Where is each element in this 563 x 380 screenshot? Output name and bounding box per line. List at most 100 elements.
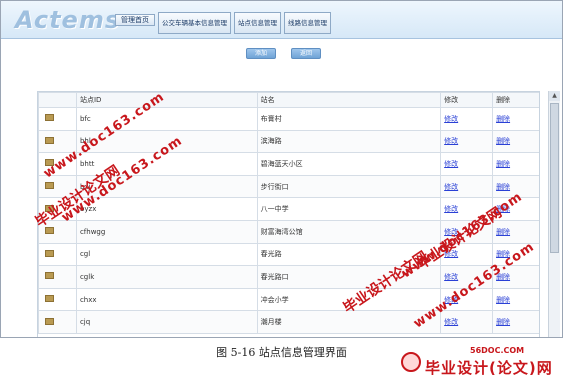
station-id-cell: bfc <box>75 107 258 131</box>
folder-icon <box>45 317 54 325</box>
edit-link[interactable]: 修改 <box>444 228 458 236</box>
scroll-up-icon[interactable]: ▲ <box>549 91 560 101</box>
edit-cell: 修改 <box>440 152 494 176</box>
header-edit: 修改 <box>440 92 494 108</box>
delete-cell: 删除 <box>492 242 539 267</box>
table-row: byzx 八一中学 修改 删除 <box>38 197 539 221</box>
station-name-cell: 春光路 <box>256 242 442 267</box>
top-header: Actems 管理首页 公交车辆基本信息管理 站点信息管理 线路信息管理 <box>1 1 562 39</box>
table-row: cfhwgg 财富海湾公馆 修改 删除 <box>38 219 539 244</box>
delete-link[interactable]: 删除 <box>496 183 510 191</box>
row-icon-cell <box>38 219 77 244</box>
table-row: chxx 冲会小学 修改 删除 <box>38 287 539 312</box>
folder-icon <box>45 249 54 257</box>
folder-icon <box>45 295 54 303</box>
row-icon-cell <box>38 287 77 312</box>
row-icon-cell <box>38 242 77 267</box>
add-button[interactable]: 添加 <box>246 48 276 59</box>
delete-cell: 删除 <box>492 310 539 334</box>
station-id-cell: bhtt <box>75 152 258 176</box>
delete-cell: 删除 <box>492 107 539 131</box>
station-name-cell: 潮月楼 <box>256 310 442 334</box>
table-row: cgl 春光路 修改 删除 <box>38 242 539 267</box>
row-icon-cell <box>38 310 77 334</box>
corner-logo-icon <box>401 352 421 372</box>
delete-link[interactable]: 删除 <box>496 296 510 304</box>
edit-link[interactable]: 修改 <box>444 160 458 168</box>
station-id-cell: bhl <box>75 129 258 154</box>
screenshot-frame: Actems 管理首页 公交车辆基本信息管理 站点信息管理 线路信息管理 添加 … <box>0 0 563 338</box>
main-nav: 管理首页 公交车辆基本信息管理 站点信息管理 线路信息管理 <box>115 12 331 34</box>
header-station-id: 站点ID <box>75 92 258 108</box>
row-icon-cell <box>38 174 77 199</box>
station-id-cell: cglk <box>75 265 258 289</box>
delete-link[interactable]: 删除 <box>496 273 510 281</box>
edit-cell: 修改 <box>440 310 494 334</box>
edit-cell: 修改 <box>440 219 494 244</box>
row-icon-cell <box>38 107 77 131</box>
delete-link[interactable]: 删除 <box>496 318 510 326</box>
edit-link[interactable]: 修改 <box>444 296 458 304</box>
table-row: bhtt 碧海蓝天小区 修改 删除 <box>38 152 539 176</box>
delete-cell: 删除 <box>492 287 539 312</box>
tab-station-info[interactable]: 站点信息管理 <box>234 12 281 34</box>
delete-link[interactable]: 删除 <box>496 205 510 213</box>
station-name-cell: 冲会小学 <box>256 287 442 312</box>
edit-cell: 修改 <box>440 197 494 221</box>
table-row: bxj 步行街口 修改 删除 <box>38 174 539 199</box>
tab-route-info[interactable]: 线路信息管理 <box>284 12 331 34</box>
delete-link[interactable]: 删除 <box>496 137 510 145</box>
corner-site: 56DOC.COM <box>470 346 525 355</box>
edit-link[interactable]: 修改 <box>444 250 458 258</box>
delete-cell: 删除 <box>492 152 539 176</box>
delete-link[interactable]: 删除 <box>496 115 510 123</box>
tab-bus-info[interactable]: 公交车辆基本信息管理 <box>158 12 231 34</box>
station-id-cell: cjq <box>75 310 258 334</box>
delete-cell: 删除 <box>492 197 539 221</box>
table-row: bhl 滨海路 修改 删除 <box>38 129 539 154</box>
edit-cell: 修改 <box>440 265 494 289</box>
folder-icon <box>45 159 54 167</box>
header-station-name: 站名 <box>256 92 442 108</box>
corner-brand: 毕业设计(论文)网 <box>425 359 553 377</box>
edit-cell: 修改 <box>440 287 494 312</box>
delete-cell: 删除 <box>492 265 539 289</box>
station-id-cell: cgl <box>75 242 258 267</box>
station-table: 站点ID 站名 修改 删除 bfc 布膏村 修改 删除 bhl 滨海路 修改 删除 bhtt 碧海… <box>38 92 539 334</box>
table-header-row: 站点ID 站名 修改 删除 <box>38 92 539 108</box>
delete-link[interactable]: 删除 <box>496 160 510 168</box>
edit-link[interactable]: 修改 <box>444 205 458 213</box>
station-id-cell: cfhwgg <box>75 219 258 244</box>
back-button[interactable]: 返回 <box>291 48 321 59</box>
row-icon-cell <box>38 265 77 289</box>
edit-link[interactable]: 修改 <box>444 115 458 123</box>
tab-home[interactable]: 管理首页 <box>115 14 155 26</box>
station-id-cell: bxj <box>75 174 258 199</box>
station-name-cell: 碧海蓝天小区 <box>256 152 442 176</box>
edit-cell: 修改 <box>440 107 494 131</box>
delete-cell: 删除 <box>492 129 539 154</box>
vertical-scrollbar[interactable]: ▲ <box>548 91 560 337</box>
folder-icon <box>45 114 54 122</box>
delete-cell: 删除 <box>492 174 539 199</box>
station-id-cell: byzx <box>75 197 258 221</box>
edit-link[interactable]: 修改 <box>444 318 458 326</box>
table-row: cglk 春光路口 修改 删除 <box>38 265 539 289</box>
edit-link[interactable]: 修改 <box>444 137 458 145</box>
station-id-cell: chxx <box>75 287 258 312</box>
delete-link[interactable]: 删除 <box>496 250 510 258</box>
delete-cell: 删除 <box>492 219 539 244</box>
edit-link[interactable]: 修改 <box>444 183 458 191</box>
station-name-cell: 布膏村 <box>256 107 442 131</box>
header-icon-col <box>38 92 77 108</box>
folder-icon <box>45 136 54 144</box>
folder-icon <box>45 227 54 235</box>
edit-cell: 修改 <box>440 174 494 199</box>
station-name-cell: 滨海路 <box>256 129 442 154</box>
action-bar: 添加 返回 <box>1 48 562 64</box>
edit-link[interactable]: 修改 <box>444 273 458 281</box>
scroll-thumb[interactable] <box>550 103 559 253</box>
delete-link[interactable]: 删除 <box>496 228 510 236</box>
row-icon-cell <box>38 197 77 221</box>
folder-icon <box>45 182 54 190</box>
